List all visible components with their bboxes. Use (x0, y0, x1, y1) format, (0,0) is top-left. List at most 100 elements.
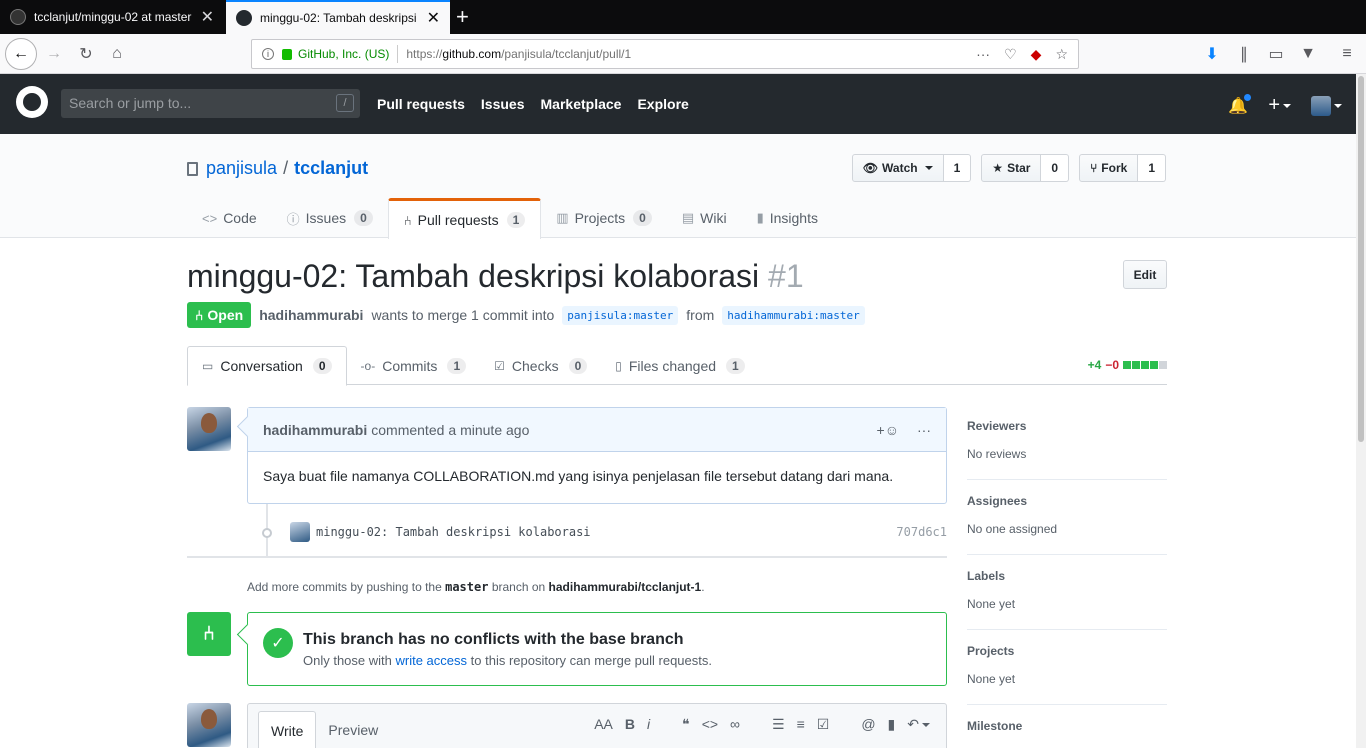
reply-icon[interactable]: ↶ (907, 716, 930, 733)
download-icon[interactable]: ⬇ (1198, 40, 1226, 68)
sidebar-value: No one assigned (967, 522, 1058, 536)
pr-meta: ⑃ Open hadihammurabi wants to merge 1 com… (187, 302, 865, 328)
code-icon[interactable]: <> (702, 716, 718, 733)
comment: hadihammurabi commented a minute ago +☺ … (247, 407, 947, 504)
address-bar[interactable]: i GitHub, Inc. (US) https://github.com/p… (251, 39, 1079, 69)
new-tab-icon[interactable]: + (456, 4, 469, 30)
head-branch[interactable]: hadihammurabi:master (722, 305, 865, 325)
notifications-bell-icon[interactable]: 🔔 (1228, 92, 1253, 116)
close-tab-icon[interactable]: ✕ (201, 7, 214, 27)
bullet-list-icon[interactable]: ☰ (772, 716, 785, 733)
author-link[interactable]: hadihammurabi (259, 307, 363, 323)
diff-block (1132, 361, 1140, 369)
star-button[interactable]: ★ Star (981, 154, 1042, 182)
quote-icon[interactable]: ❝ (682, 716, 690, 733)
diff-block (1150, 361, 1158, 369)
numbered-list-icon[interactable]: ≡ (797, 716, 805, 733)
tab-wiki[interactable]: ▤ Wiki (667, 198, 742, 238)
repo-title: panjisula / tcclanjut (187, 158, 368, 179)
repo-link[interactable]: hadihammurabi/tcclanjut-1 (549, 580, 702, 594)
tab-projects[interactable]: ▥ Projects 0 (541, 198, 667, 238)
sidebar-reviewers[interactable]: Reviewers No reviews (967, 405, 1167, 480)
scrollbar[interactable] (1356, 74, 1366, 748)
pr-icon: ⑃ (195, 307, 204, 323)
nav-explore[interactable]: Explore (637, 96, 688, 112)
write-tab[interactable]: Write (258, 711, 317, 748)
mention-icon[interactable]: @ (861, 716, 875, 733)
repo-name-link[interactable]: tcclanjut (294, 158, 368, 179)
scrollbar-thumb[interactable] (1358, 76, 1364, 442)
nav-marketplace[interactable]: Marketplace (541, 96, 622, 112)
sidebar-projects[interactable]: Projects None yet (967, 630, 1167, 705)
nav-issues[interactable]: Issues (481, 96, 525, 112)
sidebar-labels[interactable]: Labels None yet (967, 555, 1167, 630)
bookmark-star-icon[interactable]: ☆ (1055, 46, 1068, 63)
write-access-link[interactable]: write access (396, 653, 468, 668)
fork-count[interactable]: 1 (1138, 154, 1166, 182)
sidebar-milestone[interactable]: Milestone (967, 705, 1167, 748)
avatar (1311, 95, 1331, 116)
text-size-icon[interactable]: AA (594, 716, 613, 733)
menu-icon[interactable]: ≡ (1333, 40, 1361, 68)
commit-icon (262, 528, 272, 538)
sidebar-icon[interactable]: ▭ (1262, 40, 1290, 68)
extension-icon[interactable]: ◆ (1031, 46, 1042, 63)
url-text[interactable]: https://github.com/panjisula/tcclanjut/p… (406, 47, 976, 61)
edit-button[interactable]: Edit (1123, 260, 1167, 289)
fork-button[interactable]: ⑂ Fork (1079, 154, 1139, 182)
nav-pull-requests[interactable]: Pull requests (377, 96, 465, 112)
comment-author[interactable]: hadihammurabi (263, 422, 367, 438)
reference-icon[interactable]: ▮ (888, 716, 896, 733)
more-options-icon[interactable]: ··· (917, 422, 931, 438)
forward-icon[interactable]: → (40, 40, 68, 68)
commit-message[interactable]: minggu-02: Tambah deskripsi kolaborasi (316, 525, 591, 539)
comment-time[interactable]: a minute ago (448, 422, 529, 438)
tab-conversation[interactable]: ▭ Conversation 0 (187, 346, 347, 386)
base-branch[interactable]: panjisula:master (562, 305, 679, 325)
commit-item: minggu-02: Tambah deskripsi kolaborasi 7… (290, 522, 947, 542)
preview-tab[interactable]: Preview (316, 711, 390, 748)
commit-sha[interactable]: 707d6c1 (896, 525, 947, 539)
github-logo-icon[interactable] (16, 86, 48, 118)
page-actions-icon[interactable]: ··· (976, 46, 990, 63)
tab-pull-requests[interactable]: ⑃ Pull requests 1 (387, 198, 542, 239)
sidebar-assignees[interactable]: Assignees No one assigned (967, 480, 1167, 555)
tab-checks[interactable]: ☑ Checks 0 (480, 346, 601, 385)
extension-v-icon[interactable]: ▼ (1294, 40, 1322, 68)
pr-icon: ⑃ (403, 212, 412, 228)
avatar[interactable] (187, 703, 231, 747)
search-shortcut-hint: / (336, 94, 354, 112)
tab-code[interactable]: <> Code (187, 198, 272, 238)
search-input[interactable]: Search or jump to... / (61, 89, 360, 118)
tab-insights[interactable]: ▮ Insights (742, 198, 833, 238)
tab-issues[interactable]: ⓘ Issues 0 (272, 198, 388, 238)
user-menu[interactable] (1311, 95, 1342, 116)
tab-files-changed[interactable]: ▯ Files changed 1 (601, 346, 758, 385)
repo-owner-link[interactable]: panjisula (206, 158, 277, 179)
browser-tab-active[interactable]: minggu-02: Tambah deskripsi kol ✕ (226, 0, 450, 34)
link-icon[interactable]: ∞ (730, 716, 740, 733)
pocket-icon[interactable]: ♡ (1004, 46, 1017, 63)
task-list-icon[interactable]: ☑ (817, 716, 830, 733)
pr-number: #1 (768, 258, 804, 294)
home-icon[interactable]: ⌂ (103, 40, 131, 68)
browser-tab[interactable]: tcclanjut/minggu-02 at master · ✕ (0, 0, 224, 34)
tab-commits[interactable]: -o- Commits 1 (347, 346, 481, 385)
add-reaction-icon[interactable]: +☺ (877, 422, 899, 438)
avatar[interactable] (187, 407, 231, 451)
check-icon: ✓ (263, 628, 293, 658)
back-icon[interactable]: ← (5, 38, 37, 70)
watch-button[interactable]: 👁 Watch (851, 154, 944, 182)
site-info-icon[interactable]: i (262, 48, 274, 60)
book-icon: ▤ (681, 210, 695, 225)
create-new-icon[interactable]: + (1268, 94, 1291, 117)
unread-dot (1243, 92, 1253, 102)
library-icon[interactable]: ∥ (1230, 40, 1258, 68)
italic-icon[interactable]: i (647, 716, 650, 733)
avatar[interactable] (290, 522, 310, 542)
bold-icon[interactable]: B (625, 716, 635, 733)
watch-count[interactable]: 1 (943, 154, 972, 182)
star-count[interactable]: 0 (1041, 154, 1070, 182)
reload-icon[interactable]: ↻ (72, 40, 100, 68)
close-tab-icon[interactable]: ✕ (427, 8, 440, 28)
